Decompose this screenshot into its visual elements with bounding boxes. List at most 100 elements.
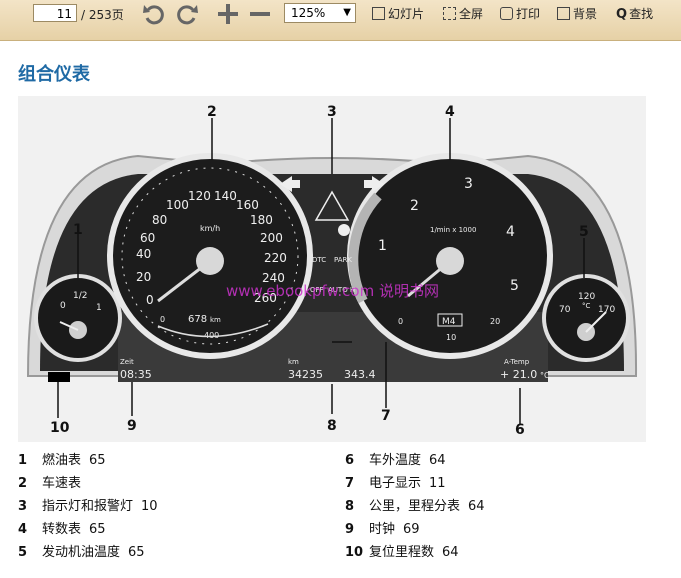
printer-icon	[500, 7, 513, 20]
tacho-tick-3: 3	[464, 176, 473, 192]
speedo-unit: km/h	[200, 224, 220, 233]
find-button[interactable]: Q 查找	[616, 5, 653, 22]
callout-10: 10	[50, 420, 70, 436]
tacho-tick-2: 2	[410, 198, 419, 214]
slideshow-label: 幻灯片	[388, 7, 425, 21]
callout-5: 5	[579, 224, 589, 240]
odometer-value: 34235	[288, 368, 323, 381]
speedo-tick-200: 200	[260, 231, 283, 245]
zoom-in-icon[interactable]	[216, 2, 240, 26]
legend-text: 电子显示	[369, 476, 422, 491]
speedo-tick-180: 180	[250, 213, 273, 227]
fullscreen-button[interactable]: 全屏	[443, 5, 483, 22]
legend-item: 2 车速表	[18, 475, 158, 498]
legend-item: 10 复位里程数 64	[345, 544, 485, 567]
speedo-sub-0: 0	[160, 315, 165, 324]
legend-item: 3 指示灯和报警灯 10	[18, 498, 158, 521]
tacho-tick-4: 4	[506, 224, 515, 240]
legend-num: 5	[18, 545, 28, 560]
speedo-sub-400: 400	[204, 331, 219, 340]
tacho-sub-10: 10	[446, 333, 456, 342]
odometer-label: km	[288, 358, 299, 366]
legend-text: 车速表	[42, 476, 82, 491]
zoom-out-icon[interactable]	[248, 2, 272, 26]
oil-unit: °C	[582, 302, 591, 310]
legend-page: 10	[141, 499, 158, 514]
legend-item: 5 发动机油温度 65	[18, 544, 158, 567]
zoom-value: 125%	[291, 6, 326, 20]
range-value: 678	[188, 314, 207, 325]
speedo-tick-160: 160	[236, 198, 259, 212]
legend-column-left: 1 燃油表 65 2 车速表 3 指示灯和报警灯 10 4 转数表 65 5 发动机油温度 65	[18, 452, 158, 567]
background-label: 背景	[573, 7, 598, 21]
callout-8: 8	[327, 418, 337, 434]
legend-num: 2	[18, 476, 28, 491]
dtc-indicator: DTC	[312, 256, 326, 264]
trip-value: 343.4	[344, 368, 376, 381]
speedo-tick-60: 60	[140, 231, 155, 245]
legend-num: 4	[18, 522, 28, 537]
park-indicator: PARK	[334, 256, 352, 264]
legend-num: 7	[345, 476, 355, 491]
time-label: Zeit	[120, 358, 134, 366]
legend-page: 64	[468, 499, 485, 514]
legend-item: 7 电子显示 11	[345, 475, 485, 498]
legend-num: 1	[18, 453, 28, 468]
legend-num: 6	[345, 453, 355, 468]
speedo-tick-120: 120	[188, 189, 211, 203]
fullscreen-icon	[443, 7, 456, 20]
fuel-label-empty: 0	[60, 301, 66, 311]
oil-label-70: 70	[559, 305, 571, 315]
legend-page: 65	[89, 453, 106, 468]
print-button[interactable]: 打印	[500, 5, 540, 22]
speedo-tick-80: 80	[152, 213, 167, 227]
legend-page: 69	[403, 522, 420, 537]
legend-item: 8 公里，里程分表 64	[345, 498, 485, 521]
clock-time: 08:35	[120, 368, 152, 381]
legend-num: 9	[345, 522, 355, 537]
page-number-input[interactable]: 11	[33, 4, 77, 22]
zoom-select[interactable]: 125% ▼	[284, 3, 356, 23]
tacho-sub-20: 20	[490, 317, 500, 326]
fuel-label-half: 1/2	[73, 291, 87, 301]
callout-7: 7	[381, 408, 391, 424]
slideshow-button[interactable]: 幻灯片	[372, 5, 424, 22]
legend-text: 公里，里程分表	[369, 499, 461, 514]
redo-icon[interactable]	[175, 2, 199, 26]
fullscreen-label: 全屏	[459, 7, 484, 21]
background-button[interactable]: 背景	[557, 5, 597, 22]
speedo-tick-20: 20	[136, 270, 151, 284]
fuel-label-full: 1	[96, 303, 102, 313]
legend-column-right: 6 车外温度 64 7 电子显示 11 8 公里，里程分表 64 9 时钟 69 10 复位里程数…	[345, 452, 485, 567]
outside-temp-label: A-Temp	[504, 358, 530, 366]
speedo-tick-140: 140	[214, 189, 237, 203]
speedo-tick-100: 100	[166, 198, 189, 212]
legend-page: 64	[429, 453, 446, 468]
legend-item: 4 转数表 65	[18, 521, 158, 544]
legend-text: 时钟	[369, 522, 396, 537]
legend-num: 10	[345, 545, 364, 560]
undo-icon[interactable]	[142, 2, 166, 26]
gear-indicator: M4	[442, 317, 456, 327]
page-title: 组合仪表	[18, 64, 90, 85]
legend-num: 8	[345, 499, 355, 514]
legend-page: 65	[128, 545, 145, 560]
tacho-tick-5: 5	[510, 278, 519, 294]
slideshow-icon	[372, 7, 385, 20]
print-label: 打印	[516, 7, 541, 21]
legend-page: 65	[89, 522, 106, 537]
instrument-cluster-figure: 0 1/2 1 70 120 170 °C 0 20 40 60 80 100 …	[18, 96, 646, 442]
tacho-unit: 1/min x 1000	[430, 226, 476, 234]
outside-temp-unit: °C	[540, 371, 550, 380]
tacho-tick-1: 1	[378, 238, 387, 254]
oil-label-170: 170	[598, 305, 615, 315]
callout-2: 2	[207, 104, 217, 120]
legend-text: 燃油表	[42, 453, 82, 468]
legend-text: 转数表	[42, 522, 82, 537]
callout-1: 1	[73, 222, 83, 238]
callout-3: 3	[327, 104, 337, 120]
outside-temp-value: + 21.0	[500, 368, 537, 381]
speedo-tick-0: 0	[146, 293, 154, 307]
legend-text: 车外温度	[369, 453, 422, 468]
legend-text: 指示灯和报警灯	[42, 499, 134, 514]
